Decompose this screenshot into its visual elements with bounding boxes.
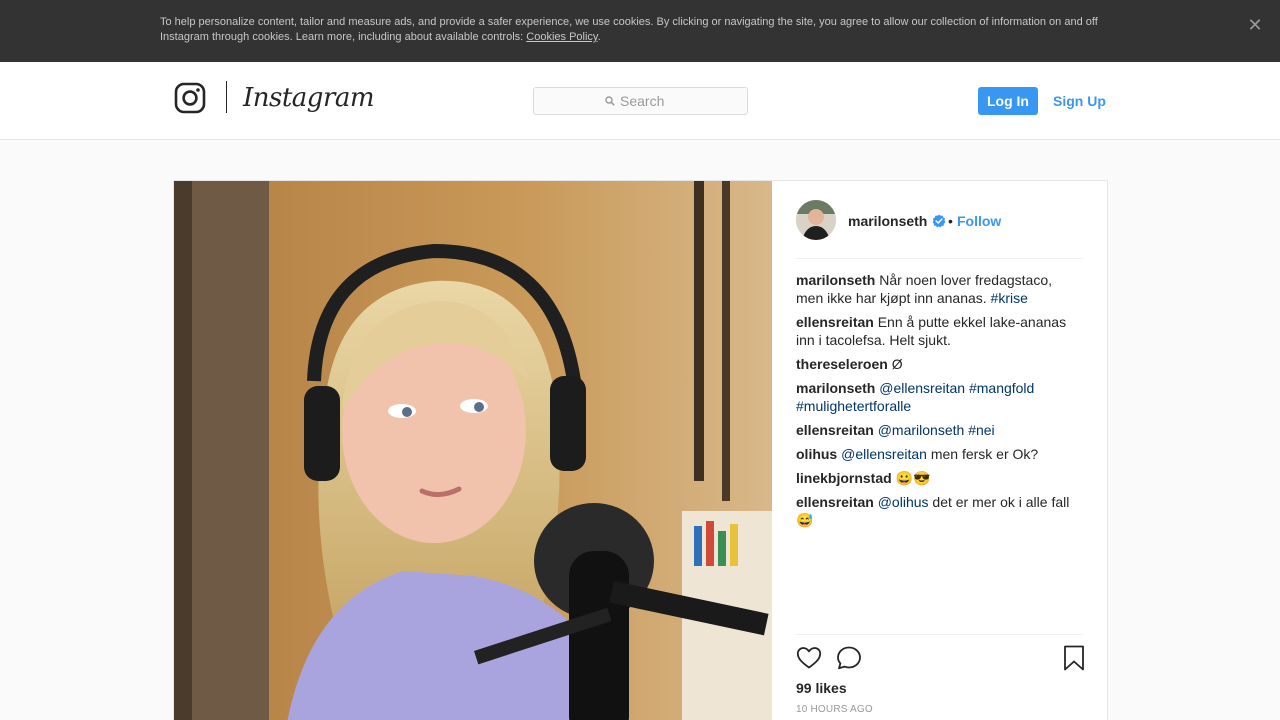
comment-item: ellensreitan @marilonseth #nei (796, 421, 1083, 439)
search-icon (605, 96, 615, 106)
cookie-banner-text: To help personalize content, tailor and … (160, 15, 1120, 45)
search-input[interactable] (620, 88, 745, 114)
hashtag-link[interactable]: #krise (991, 290, 1028, 306)
sign-up-link[interactable]: Sign Up (1053, 87, 1106, 115)
comment-username[interactable]: ellensreitan (796, 422, 874, 438)
log-in-button[interactable]: Log In (978, 87, 1038, 115)
likes-count[interactable]: 99 likes (796, 679, 847, 697)
follow-button[interactable]: Follow (957, 212, 1001, 230)
close-icon[interactable]: ✕ (1246, 16, 1264, 34)
cookies-policy-link[interactable]: Cookies Policy (526, 31, 597, 43)
separator-dot: • (948, 213, 953, 229)
comment-username[interactable]: olihus (796, 446, 837, 462)
cookie-banner: To help personalize content, tailor and … (0, 0, 1280, 62)
avatar[interactable] (796, 200, 836, 240)
comment-text: 😀😎 (895, 470, 931, 486)
instagram-wordmark[interactable]: Instagram (243, 81, 375, 115)
comment-item: ellensreitan @olihus det er mer ok i all… (796, 493, 1083, 529)
comment-username[interactable]: ellensreitan (796, 494, 874, 510)
cookie-text-suffix: . (597, 31, 601, 43)
top-navbar: Instagram Log In Sign Up (0, 62, 1280, 140)
post-actions: 99 likes 10 HOURS AGO (796, 634, 1085, 720)
owner-username[interactable]: marilonseth (848, 212, 927, 230)
post-sidebar: marilonseth • Follow marilonseth Når noe… (796, 181, 1085, 720)
hashtag-link[interactable]: #mangfold (969, 380, 1034, 396)
post-header: marilonseth • Follow (796, 181, 1083, 259)
comment-text: men fersk er Ok? (926, 446, 1039, 462)
comment-item: marilonseth @ellensreitan #mangfold #mul… (796, 379, 1083, 415)
mention-link[interactable]: @marilonseth (878, 422, 965, 438)
comment-username[interactable]: marilonseth (796, 272, 875, 288)
hashtag-link[interactable]: #nei (968, 422, 994, 438)
logo-divider (226, 81, 227, 113)
bookmark-icon[interactable] (1063, 645, 1085, 671)
mention-link[interactable]: @olihus (878, 494, 929, 510)
instagram-camera-icon[interactable] (174, 82, 206, 114)
comment-item: linekbjornstad 😀😎 (796, 469, 1083, 487)
comment-username[interactable]: linekbjornstad (796, 470, 892, 486)
post-card: marilonseth • Follow marilonseth Når noe… (173, 180, 1108, 720)
comment-username[interactable]: marilonseth (796, 380, 875, 396)
post-photo[interactable] (174, 181, 772, 720)
search-box[interactable] (533, 87, 748, 115)
comment-username[interactable]: ellensreitan (796, 314, 874, 330)
mention-link[interactable]: @ellensreitan (841, 446, 927, 462)
comment-text: Ø (891, 356, 903, 372)
heart-icon[interactable] (796, 645, 822, 671)
comment-username[interactable]: thereseleroen (796, 356, 888, 372)
mention-link[interactable]: @ellensreitan (879, 380, 965, 396)
post-photo-image (174, 181, 772, 720)
post-timestamp[interactable]: 10 HOURS AGO (796, 704, 873, 716)
comment-item: thereseleroen Ø (796, 355, 1083, 373)
comment-item: marilonseth Når noen lover fredagstaco, … (796, 271, 1083, 307)
verified-badge-icon (932, 214, 946, 228)
comments-list: marilonseth Når noen lover fredagstaco, … (796, 271, 1083, 535)
comment-item: ellensreitan Enn å putte ekkel lake-anan… (796, 313, 1083, 349)
cookie-text-body: To help personalize content, tailor and … (160, 16, 1098, 43)
comment-bubble-icon[interactable] (836, 645, 862, 671)
hashtag-link[interactable]: #mulighetertforalle (796, 398, 911, 414)
avatar-image (796, 200, 836, 240)
comment-item: olihus @ellensreitan men fersk er Ok? (796, 445, 1083, 463)
